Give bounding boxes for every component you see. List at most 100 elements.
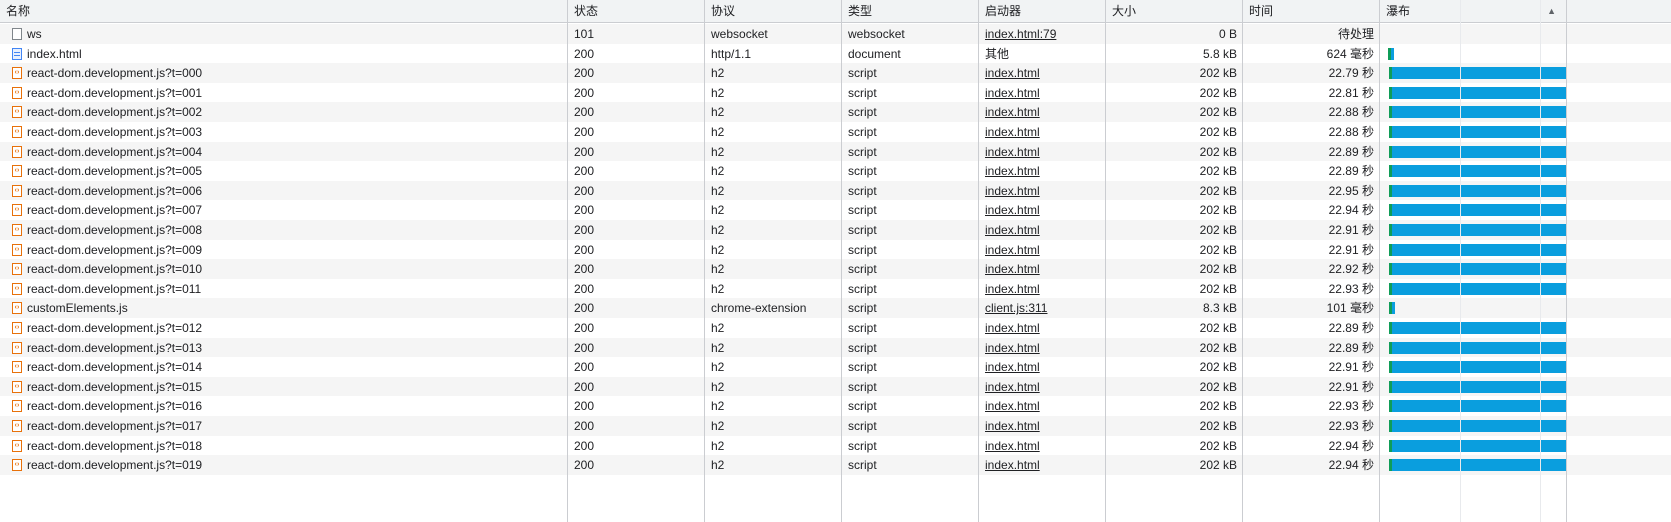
table-row[interactable]: ‹› react-dom.development.js?t=002 200 h2 scr… [0,102,1671,123]
initiator-link[interactable]: index.html [985,105,1040,119]
initiator-cell[interactable]: index.html [979,161,1106,181]
initiator-link[interactable]: index.html [985,164,1040,178]
initiator-link[interactable]: index.html [985,439,1040,453]
column-header-name[interactable]: 名称 [0,0,568,22]
initiator-link[interactable]: index.html [985,66,1040,80]
column-header-status[interactable]: 状态 [568,0,705,22]
initiator-cell[interactable]: index.html [979,240,1106,260]
table-row[interactable]: ‹› react-dom.development.js?t=006 200 h2 scr… [0,180,1671,201]
initiator-cell[interactable]: client.js:311 [979,298,1106,318]
column-divider[interactable] [704,0,705,522]
table-row[interactable]: ‹› react-dom.development.js?t=011 200 h2 scr… [0,278,1671,299]
initiator-link[interactable]: index.html [985,125,1040,139]
script-icon: ‹› [12,184,22,197]
column-divider[interactable] [841,0,842,522]
table-row[interactable]: ‹› react-dom.development.js?t=013 200 h2 scr… [0,337,1671,358]
table-row[interactable]: ‹› customElements.js 200 chrome-extension sc… [0,298,1671,319]
initiator-cell[interactable]: index.html [979,436,1106,456]
cell-value: script [848,85,877,100]
type-cell: script [842,259,979,279]
initiator-cell[interactable]: index.html [979,220,1106,240]
initiator-cell[interactable]: index.html [979,200,1106,220]
table-row[interactable]: ‹› react-dom.development.js?t=015 200 h2 scr… [0,376,1671,397]
request-name: react-dom.development.js?t=001 [27,85,203,100]
table-row[interactable]: ‹› react-dom.development.js?t=008 200 h2 scr… [0,220,1671,240]
initiator-link[interactable]: index.html [985,223,1040,237]
initiator-link[interactable]: index.html [985,184,1040,198]
table-row[interactable]: ‹› react-dom.development.js?t=010 200 h2 scr… [0,259,1671,280]
initiator-link[interactable]: client.js:311 [985,301,1047,315]
column-header-initiator[interactable]: 启动器 [979,0,1106,22]
initiator-cell[interactable]: index.html [979,279,1106,299]
initiator-cell[interactable]: index.html [979,416,1106,436]
cell-value: 22.91 秒 [1328,379,1374,394]
initiator-link[interactable]: index.html [985,86,1040,100]
initiator-cell[interactable]: index.html [979,142,1106,162]
initiator-cell[interactable]: index.html [979,63,1106,83]
initiator-link[interactable]: index.html [985,203,1040,217]
column-divider[interactable] [1242,0,1243,522]
initiator-cell[interactable]: index.html [979,102,1106,122]
cell-value: 200 [574,360,595,375]
initiator-link[interactable]: index.html [985,419,1040,433]
initiator-cell[interactable]: index.html:79 [979,24,1106,44]
initiator-cell[interactable]: index.html [979,122,1106,142]
table-row[interactable]: ‹› react-dom.development.js?t=016 200 h2 scr… [0,396,1671,417]
column-divider[interactable] [567,0,568,522]
table-row[interactable]: ws 101 websocket websocket index.html:79 0 B 待… [0,24,1671,44]
initiator-link[interactable]: index.html [985,321,1040,335]
initiator-link[interactable]: index.html [985,399,1040,413]
initiator-link[interactable]: index.html [985,458,1040,472]
table-row[interactable]: ‹› react-dom.development.js?t=017 200 h2 scr… [0,416,1671,436]
initiator-cell[interactable]: index.html [979,259,1106,279]
column-header-size[interactable]: 大小 [1106,0,1243,22]
table-row[interactable]: ‹› react-dom.development.js?t=018 200 h2 scr… [0,435,1671,456]
initiator-link[interactable]: index.html [985,360,1040,374]
table-row[interactable]: ‹› react-dom.development.js?t=007 200 h2 scr… [0,200,1671,221]
cell-value: 22.93 秒 [1328,399,1374,414]
initiator-cell: 其他 [979,44,1106,64]
initiator-link[interactable]: index.html [985,282,1040,296]
column-header-protocol[interactable]: 协议 [705,0,842,22]
initiator-cell[interactable]: index.html [979,377,1106,397]
type-cell: script [842,181,979,201]
initiator-link[interactable]: index.html [985,262,1040,276]
initiator-cell[interactable]: index.html [979,357,1106,377]
cell-value: script [848,458,877,473]
column-header-time[interactable]: 时间 [1243,0,1380,22]
time-cell: 22.79 秒 [1243,63,1380,83]
table-row[interactable]: ‹› react-dom.development.js?t=012 200 h2 scr… [0,318,1671,338]
column-header-waterfall[interactable]: 瀑布 ▲ [1380,0,1566,22]
table-row[interactable]: ‹› react-dom.development.js?t=001 200 h2 scr… [0,82,1671,103]
table-row[interactable]: ‹› react-dom.development.js?t=005 200 h2 scr… [0,161,1671,182]
initiator-cell[interactable]: index.html [979,455,1106,475]
type-cell: script [842,83,979,103]
initiator-cell[interactable]: index.html [979,318,1106,338]
table-row[interactable]: ‹› react-dom.development.js?t=019 200 h2 scr… [0,455,1671,476]
initiator-cell[interactable]: index.html [979,181,1106,201]
cell-value: 200 [574,203,595,218]
table-row[interactable]: index.html 200 http/1.1 document 其他 5.8 kB 624… [0,43,1671,64]
column-header-type[interactable]: 类型 [842,0,979,22]
column-divider[interactable] [1105,0,1106,522]
initiator-link[interactable]: index.html [985,243,1040,257]
initiator-cell[interactable]: index.html [979,338,1106,358]
table-row[interactable]: ‹› react-dom.development.js?t=009 200 h2 scr… [0,239,1671,260]
initiator-link[interactable]: index.html [985,380,1040,394]
sort-ascending-icon[interactable]: ▲ [1547,0,1556,22]
table-row[interactable]: ‹› react-dom.development.js?t=014 200 h2 scr… [0,357,1671,378]
table-row[interactable]: ‹› react-dom.development.js?t=003 200 h2 scr… [0,122,1671,142]
initiator-cell[interactable]: index.html [979,83,1106,103]
cell-value: 202 kB [1199,242,1237,257]
initiator-cell[interactable]: index.html [979,396,1106,416]
initiator-link[interactable]: index.html [985,145,1040,159]
time-cell: 22.89 秒 [1243,318,1380,338]
table-row[interactable]: ‹› react-dom.development.js?t=004 200 h2 scr… [0,141,1671,162]
waterfall-download-bar[interactable] [1391,47,1395,60]
table-row[interactable]: ‹› react-dom.development.js?t=000 200 h2 scr… [0,63,1671,84]
waterfall-download-bar[interactable] [1391,302,1395,315]
column-divider[interactable] [1379,0,1380,522]
initiator-link[interactable]: index.html:79 [985,27,1056,41]
column-divider[interactable] [978,0,979,522]
initiator-link[interactable]: index.html [985,341,1040,355]
